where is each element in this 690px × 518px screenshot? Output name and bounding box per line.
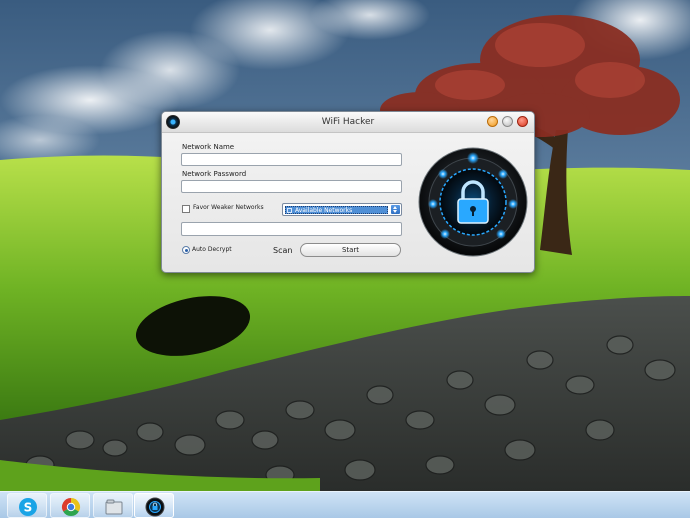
network-password-input[interactable] [181, 180, 402, 193]
favor-weaker-networks-checkbox[interactable] [182, 205, 190, 213]
network-name-input[interactable] [181, 153, 402, 166]
maximize-button[interactable] [502, 116, 513, 127]
padlock-icon [418, 147, 528, 257]
title-bar[interactable]: WiFi Hacker [162, 112, 534, 133]
file-explorer-icon [105, 499, 123, 515]
auto-decrypt-radio[interactable] [182, 246, 190, 254]
minimize-button[interactable] [487, 116, 498, 127]
wifi-hacker-window: WiFi Hacker Network Name Network Passwor… [161, 111, 535, 273]
window-title: WiFi Hacker [321, 117, 375, 127]
taskbar-chrome-button[interactable] [50, 493, 90, 518]
wifi-hacker-app-icon [145, 497, 165, 517]
scan-label: Scan [273, 246, 293, 255]
chrome-icon [61, 498, 81, 517]
svg-text:S: S [24, 501, 33, 515]
taskbar: S [0, 491, 690, 518]
dropdown-selected-text: Available Networks [295, 207, 353, 214]
taskbar-file-explorer-button[interactable] [93, 493, 133, 518]
network-list-icon [287, 208, 292, 213]
favor-weaker-networks-label: Favor Weaker Networks [193, 204, 264, 211]
start-button[interactable]: Start [300, 243, 401, 257]
taskbar-wifi-hacker-button[interactable] [134, 493, 174, 518]
skype-icon: S [19, 498, 37, 516]
auto-decrypt-label: Auto Decrypt [192, 246, 232, 253]
dropdown-spinner-icon[interactable] [391, 205, 400, 214]
network-password-label: Network Password [182, 170, 247, 178]
network-name-label: Network Name [182, 143, 235, 151]
available-networks-dropdown[interactable]: Available Networks [282, 203, 402, 216]
close-button[interactable] [517, 116, 528, 127]
dropdown-selected-item: Available Networks [285, 206, 388, 214]
taskbar-skype-button[interactable]: S [7, 493, 47, 518]
status-field[interactable] [181, 222, 402, 236]
